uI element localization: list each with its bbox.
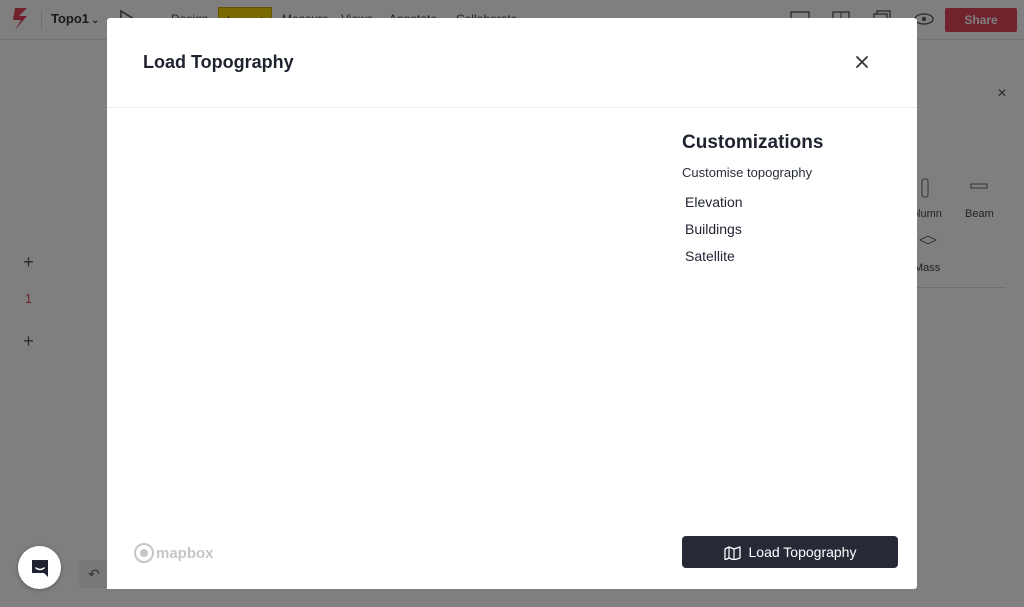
map-icon	[723, 545, 741, 560]
load-topography-button[interactable]: Load Topography	[682, 536, 898, 568]
customizations-heading: Customizations	[682, 132, 824, 153]
dialog-header: Load Topography	[107, 18, 917, 108]
chat-icon	[31, 559, 48, 577]
load-topography-dialog: Load Topography mapbox Customizations Cu…	[107, 18, 917, 589]
load-button-label: Load Topography	[748, 544, 857, 560]
dialog-title: Load Topography	[143, 52, 294, 72]
close-icon[interactable]	[853, 53, 871, 71]
map-canvas[interactable]	[107, 109, 667, 589]
mapbox-logo[interactable]: mapbox	[134, 542, 214, 564]
svg-text:mapbox: mapbox	[156, 545, 214, 562]
option-elevation[interactable]: Elevation	[685, 194, 743, 210]
chat-button[interactable]	[18, 546, 61, 589]
option-buildings[interactable]: Buildings	[685, 221, 742, 237]
customizations-subheading: Customise topography	[682, 165, 813, 180]
option-satellite[interactable]: Satellite	[685, 248, 735, 264]
